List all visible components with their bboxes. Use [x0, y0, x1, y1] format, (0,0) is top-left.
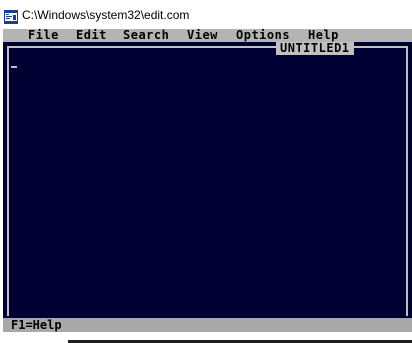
document-title: UNTITLED1: [276, 42, 354, 55]
status-help-hint[interactable]: F1=Help: [11, 318, 62, 332]
dos-console: File Edit Search View Options Help UNTIT…: [3, 29, 412, 332]
menu-bar: File Edit Search View Options Help: [3, 29, 412, 42]
window-titlebar[interactable]: C:\Windows\system32\edit.com: [0, 0, 412, 30]
editor-pane[interactable]: UNTITLED1: [3, 42, 412, 318]
window-title: C:\Windows\system32\edit.com: [22, 8, 190, 22]
menu-search[interactable]: Search: [123, 29, 169, 42]
edit-window: C:\Windows\system32\edit.com File Edit S…: [0, 0, 412, 343]
editor-frame: [7, 46, 408, 316]
status-bar: F1=Help: [3, 318, 412, 332]
menu-file[interactable]: File: [28, 29, 59, 42]
dos-app-icon: [4, 10, 18, 24]
menu-edit[interactable]: Edit: [76, 29, 107, 42]
menu-view[interactable]: View: [187, 29, 218, 42]
text-cursor: [11, 66, 17, 68]
